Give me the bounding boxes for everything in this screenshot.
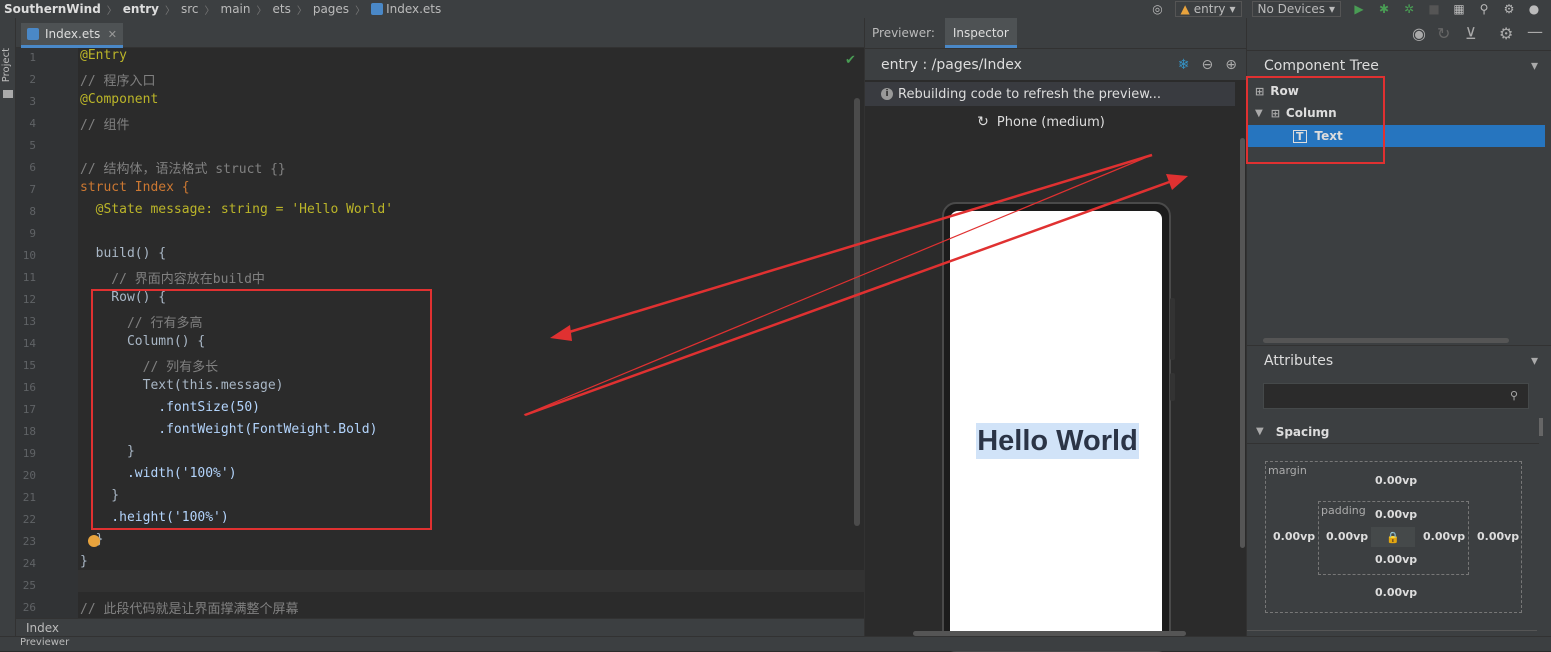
- annotation-arrows: [523, 153, 1188, 417]
- arrowhead-code: [550, 325, 572, 341]
- arrowhead-tree: [1166, 174, 1188, 190]
- annotation-arrow-to-tree: [524, 179, 1173, 417]
- annotation-arrow-to-code: [565, 153, 1153, 335]
- annotation-arrow-thin: [523, 154, 1153, 416]
